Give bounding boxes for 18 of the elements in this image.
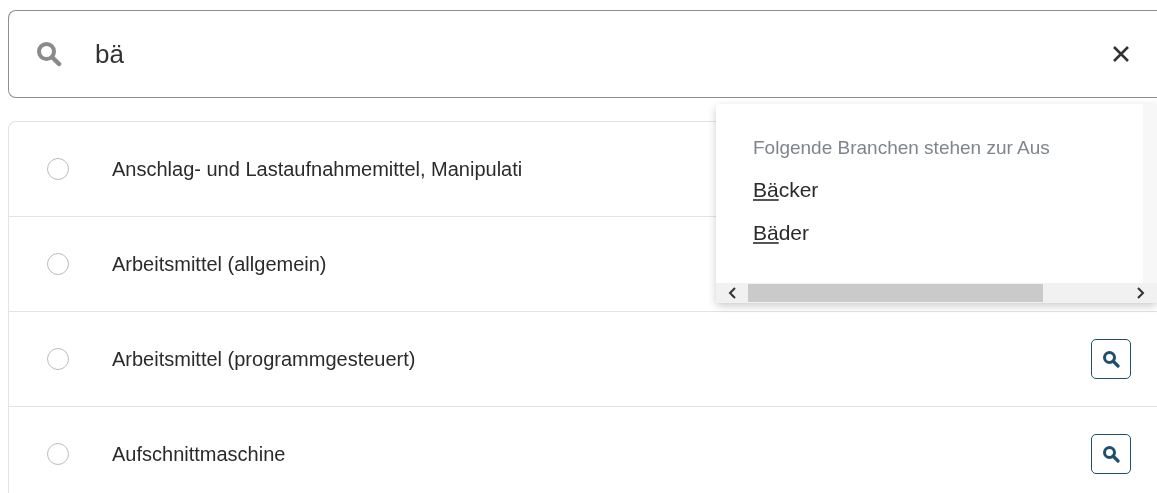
- scroll-right-icon[interactable]: [1137, 287, 1145, 299]
- search-button[interactable]: [1091, 434, 1131, 474]
- scroll-left-icon[interactable]: [728, 287, 736, 299]
- horizontal-scrollbar[interactable]: [716, 283, 1157, 303]
- search-icon: [1102, 350, 1120, 368]
- suggestion-option[interactable]: Bäder: [753, 221, 1143, 245]
- row-label: Arbeitsmittel (programmgesteuert): [112, 347, 417, 371]
- search-input[interactable]: bä: [95, 38, 1111, 70]
- row-label: Arbeitsmittel (allgemein): [112, 252, 328, 276]
- close-icon[interactable]: [1111, 44, 1131, 64]
- search-icon: [36, 41, 62, 67]
- search-field[interactable]: bä: [8, 10, 1157, 98]
- suggestion-option[interactable]: Bäcker: [753, 178, 1143, 202]
- row-label: Anschlag- und Lastaufnahmemittel, Manipulati: [112, 157, 524, 181]
- row-label: Aufschnittmaschine: [112, 442, 287, 466]
- search-icon: [1102, 445, 1120, 463]
- search-button[interactable]: [1091, 339, 1131, 379]
- dropdown-hint: Folgende Branchen stehen zur Aus: [753, 137, 1051, 159]
